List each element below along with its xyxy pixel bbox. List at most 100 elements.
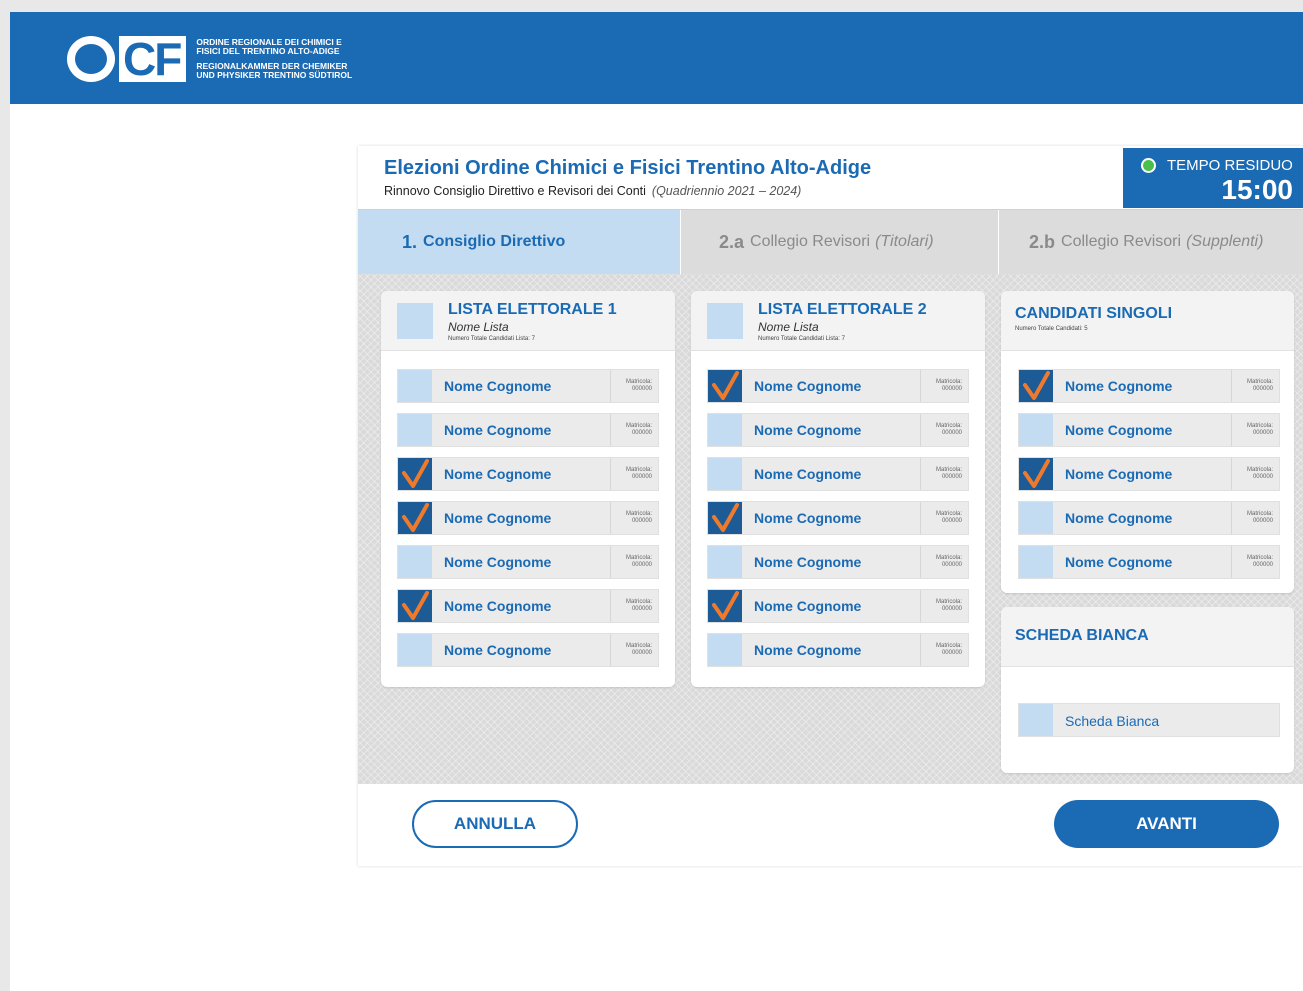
candidate-name: Nome Cognome [754,466,862,482]
candidate-checkbox[interactable] [398,414,432,446]
matricola-label: Matricola: [625,467,652,473]
tab-revisori-supplenti[interactable]: 2.b Collegio Revisori (Supplenti) [998,210,1303,274]
candidate-name: Nome Cognome [1065,510,1173,526]
matricola-label: Matricola: [935,555,962,561]
candidate-matricola: Matricola: 000000 [1231,502,1279,534]
election-title: Elezioni Ordine Chimici e Fisici Trentin… [384,157,872,179]
candidate-row[interactable]: Nome Cognome Matricola: 000000 [707,501,969,535]
checkmark-icon [402,503,429,532]
candidate-checkbox[interactable] [708,458,742,490]
candidate-matricola: Matricola: 000000 [610,634,658,666]
matricola-label: Matricola: [625,555,652,561]
matricola-value: 000000 [1252,562,1273,568]
candidate-checkbox[interactable] [708,502,742,534]
matricola-label: Matricola: [935,643,962,649]
candidate-matricola: Matricola: 000000 [920,634,968,666]
candidate-checkbox[interactable] [1019,546,1053,578]
tab-label: Consiglio Direttivo [423,233,566,250]
list-name: Nome Lista [448,320,509,334]
tab-revisori-titolari[interactable]: 2.a Collegio Revisori (Titolari) [680,210,998,274]
singoli-title: CANDIDATI SINGOLI [1015,305,1173,322]
candidate-row[interactable]: Nome Cognome Matricola: 000000 [1018,545,1280,579]
matricola-value: 000000 [941,562,962,568]
matricola-label: Matricola: [935,467,962,473]
candidate-row[interactable]: Nome Cognome Matricola: 000000 [397,413,659,447]
matricola-label: Matricola: [935,423,962,429]
status-dot-icon [1141,158,1156,173]
candidate-checkbox[interactable] [708,634,742,666]
candidate-matricola: Matricola: 000000 [920,590,968,622]
candidate-checkbox[interactable] [398,546,432,578]
matricola-label: Matricola: [625,599,652,605]
candidate-name: Nome Cognome [444,378,552,394]
candidate-matricola: Matricola: 000000 [920,546,968,578]
candidate-checkbox[interactable] [708,414,742,446]
matricola-value: 000000 [631,650,652,656]
candidate-matricola: Matricola: 000000 [610,546,658,578]
candidate-name: Nome Cognome [1065,466,1173,482]
matricola-label: Matricola: [1246,423,1273,429]
candidate-row[interactable]: Nome Cognome Matricola: 000000 [397,589,659,623]
candidate-checkbox[interactable] [398,458,432,490]
candidate-row[interactable]: Nome Cognome Matricola: 000000 [1018,457,1280,491]
candidate-row[interactable]: Nome Cognome Matricola: 000000 [707,633,969,667]
candidate-matricola: Matricola: 000000 [920,414,968,446]
candidate-checkbox[interactable] [708,546,742,578]
tab-number: 1. [402,231,418,252]
candidate-checkbox[interactable] [398,502,432,534]
matricola-label: Matricola: [625,643,652,649]
candidate-name: Nome Cognome [1065,378,1173,394]
blank-ballot-option[interactable]: Scheda Bianca [1018,703,1280,737]
matricola-label: Matricola: [1246,467,1273,473]
candidate-row[interactable]: Nome Cognome Matricola: 000000 [707,369,969,403]
list-checkbox[interactable] [397,303,433,339]
candidate-checkbox[interactable] [1019,370,1053,402]
candidate-row[interactable]: Nome Cognome Matricola: 000000 [707,589,969,623]
matricola-label: Matricola: [625,511,652,517]
candidate-row[interactable]: Nome Cognome Matricola: 000000 [1018,413,1280,447]
electoral-list-1: LISTA ELETTORALE 1 Nome Lista Numero Tot… [381,291,675,687]
candidate-matricola: Matricola: 000000 [610,590,658,622]
candidate-rows: Nome Cognome Matricola: 000000 Nome Cognome… [707,369,969,677]
cancel-button[interactable]: ANNULLA [412,800,578,848]
next-button[interactable]: AVANTI [1054,800,1279,848]
candidate-checkbox[interactable] [708,590,742,622]
candidate-checkbox[interactable] [708,370,742,402]
matricola-label: Matricola: [935,379,962,385]
matricola-value: 000000 [941,650,962,656]
checkmark-icon [1023,371,1050,400]
matricola-label: Matricola: [1246,379,1273,385]
time-remaining: TEMPO RESIDUO 15:00 [1123,148,1303,208]
candidate-name: Nome Cognome [754,510,862,526]
candidate-row[interactable]: Nome Cognome Matricola: 000000 [707,457,969,491]
candidate-checkbox[interactable] [398,370,432,402]
candidate-checkbox[interactable] [398,590,432,622]
candidate-row[interactable]: Nome Cognome Matricola: 000000 [707,545,969,579]
candidate-row[interactable]: Nome Cognome Matricola: 000000 [397,545,659,579]
candidate-row[interactable]: Nome Cognome Matricola: 000000 [1018,501,1280,535]
candidate-row[interactable]: Nome Cognome Matricola: 000000 [397,633,659,667]
candidate-checkbox[interactable] [1019,414,1053,446]
candidate-row[interactable]: Nome Cognome Matricola: 000000 [397,501,659,535]
list-checkbox[interactable] [707,303,743,339]
blank-ballot: SCHEDA BIANCA Scheda Bianca [1001,607,1294,773]
checkmark-icon [712,371,739,400]
candidate-checkbox[interactable] [398,634,432,666]
candidate-name: Nome Cognome [1065,554,1173,570]
checkmark-icon [712,591,739,620]
candidate-checkbox[interactable] [1019,458,1053,490]
candidate-row[interactable]: Nome Cognome Matricola: 000000 [397,369,659,403]
candidate-row[interactable]: Nome Cognome Matricola: 000000 [1018,369,1280,403]
blank-ballot-checkbox[interactable] [1019,704,1053,736]
matricola-label: Matricola: [1246,511,1273,517]
candidate-row[interactable]: Nome Cognome Matricola: 000000 [707,413,969,447]
candidate-checkbox[interactable] [1019,502,1053,534]
matricola-label: Matricola: [625,379,652,385]
candidate-row[interactable]: Nome Cognome Matricola: 000000 [397,457,659,491]
candidate-name: Nome Cognome [754,642,862,658]
bianca-title: SCHEDA BIANCA [1015,627,1149,644]
timer-label: TEMPO RESIDUO [1167,157,1293,174]
candidate-matricola: Matricola: 000000 [1231,414,1279,446]
matricola-value: 000000 [631,386,652,392]
tab-consiglio-direttivo[interactable]: 1. Consiglio Direttivo [358,210,680,274]
